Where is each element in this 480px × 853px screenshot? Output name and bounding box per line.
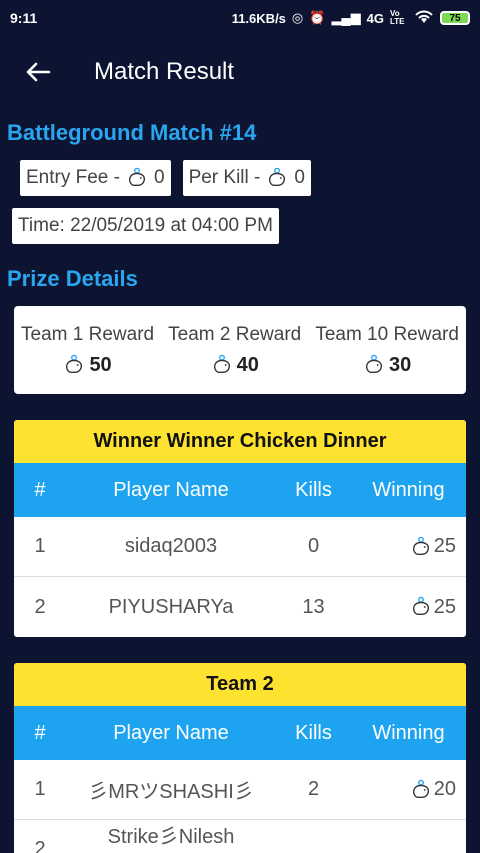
prize-label: Team 1 Reward [21,323,155,345]
row-winning: 25 [351,535,466,558]
row-player-name: Strike彡Nilesh [107,826,235,848]
row-player-name: sidaq2003 [124,535,218,557]
hotspot-icon: ◎ [291,10,304,25]
prize-label: Team 2 Reward [168,323,302,345]
header-winning: Winning [372,721,445,744]
row-num: 2 [34,838,46,853]
team-title: Winner Winner Chicken Dinner [14,420,466,463]
table-row: 2 Strike彡Nilesh [14,820,466,853]
piggy-bank-icon [363,354,385,376]
battery-icon: 75 [440,11,470,25]
piggy-bank-icon [63,354,85,376]
status-indicators: 11.6KB/s ◎ ⏰ ▂▄▆ 4G Vo LTE 75 [232,9,470,28]
prize-value: 50 [89,353,112,376]
match-title: Battleground Match #14 [7,120,257,145]
network-type: 4G [366,10,384,26]
entry-fee-chip: Entry Fee - 0 [20,160,171,196]
volte-icon: Vo LTE [390,9,405,26]
prize-value-row: 40 [168,354,301,377]
team-title: Team 2 [14,663,466,706]
prize-value-row: 30 [315,354,459,377]
header-kills: Kills [295,478,332,501]
row-num: 1 [34,778,46,800]
table-header: # Player Name Kills Winning [14,463,466,517]
row-winning: 25 [351,596,466,619]
row-player-name: PIYUSHARYa [108,595,234,618]
status-time: 9:11 [10,10,38,26]
piggy-bank-icon [266,167,288,189]
prize-value-row: 50 [21,354,154,377]
row-kills: 2 [307,778,320,800]
fee-row: Entry Fee - 0 Per Kill - 0 [0,160,480,196]
per-kill-label: Per Kill - [188,167,261,188]
row-winning: 20 [351,778,466,801]
prize-label: Team 10 Reward [315,323,459,345]
row-kills: 13 [302,595,325,618]
signal-icon: ▂▄▆ [331,10,361,25]
winning-value: 20 [433,778,456,800]
prize-team-10: Team 10 Reward 30 [315,324,459,377]
header-player-name: Player Name [113,478,229,501]
prize-card: Team 1 Reward 50 Team 2 Reward 40 Team 1… [14,306,466,394]
prize-details-heading: Prize Details [7,266,138,291]
match-time-chip: Time: 22/05/2019 at 04:00 PM [12,208,279,244]
team-card-1: Winner Winner Chicken Dinner # Player Na… [14,420,466,637]
alarm-icon: ⏰ [309,10,326,25]
network-speed: 11.6KB/s [231,10,286,26]
piggy-bank-icon [211,354,233,376]
prize-team-1: Team 1 Reward 50 [21,324,154,377]
header-kills: Kills [295,721,332,744]
wifi-icon [414,9,434,28]
winning-value: 25 [433,595,456,618]
per-kill-value: 0 [294,167,305,188]
entry-fee-value: 0 [153,167,165,188]
header-num: # [34,478,46,501]
header-player-name: Player Name [113,721,229,744]
header-winning: Winning [372,478,445,501]
back-arrow-icon[interactable] [22,56,54,88]
header-num: # [34,721,46,744]
toolbar: Match Result [0,36,480,108]
row-num: 1 [34,535,46,557]
per-kill-chip: Per Kill - 0 [182,160,311,196]
table-row: 1 彡MRツSHASHI彡 2 20 [14,760,466,820]
row-num: 2 [34,595,46,618]
piggy-bank-icon [410,779,432,801]
entry-fee-label: Entry Fee - [26,167,120,188]
winning-value: 25 [433,535,456,557]
table-row: 2 PIYUSHARYa 13 25 [14,577,466,637]
prize-value: 30 [389,353,412,376]
piggy-bank-icon [410,596,432,618]
piggy-bank-icon [410,536,432,558]
piggy-bank-icon [126,167,148,189]
status-bar: 9:11 11.6KB/s ◎ ⏰ ▂▄▆ 4G Vo LTE 75 [0,0,480,36]
page-title: Match Result [94,58,235,85]
table-row: 1 sidaq2003 0 25 [14,517,466,577]
team-card-2: Team 2 # Player Name Kills Winning 1 彡MR… [14,663,466,853]
row-kills: 0 [307,535,320,557]
row-player-name: 彡MRツSHASHI彡 [88,781,254,803]
prize-value: 40 [236,353,259,376]
table-header: # Player Name Kills Winning [14,706,466,760]
prize-team-2: Team 2 Reward 40 [168,324,301,377]
